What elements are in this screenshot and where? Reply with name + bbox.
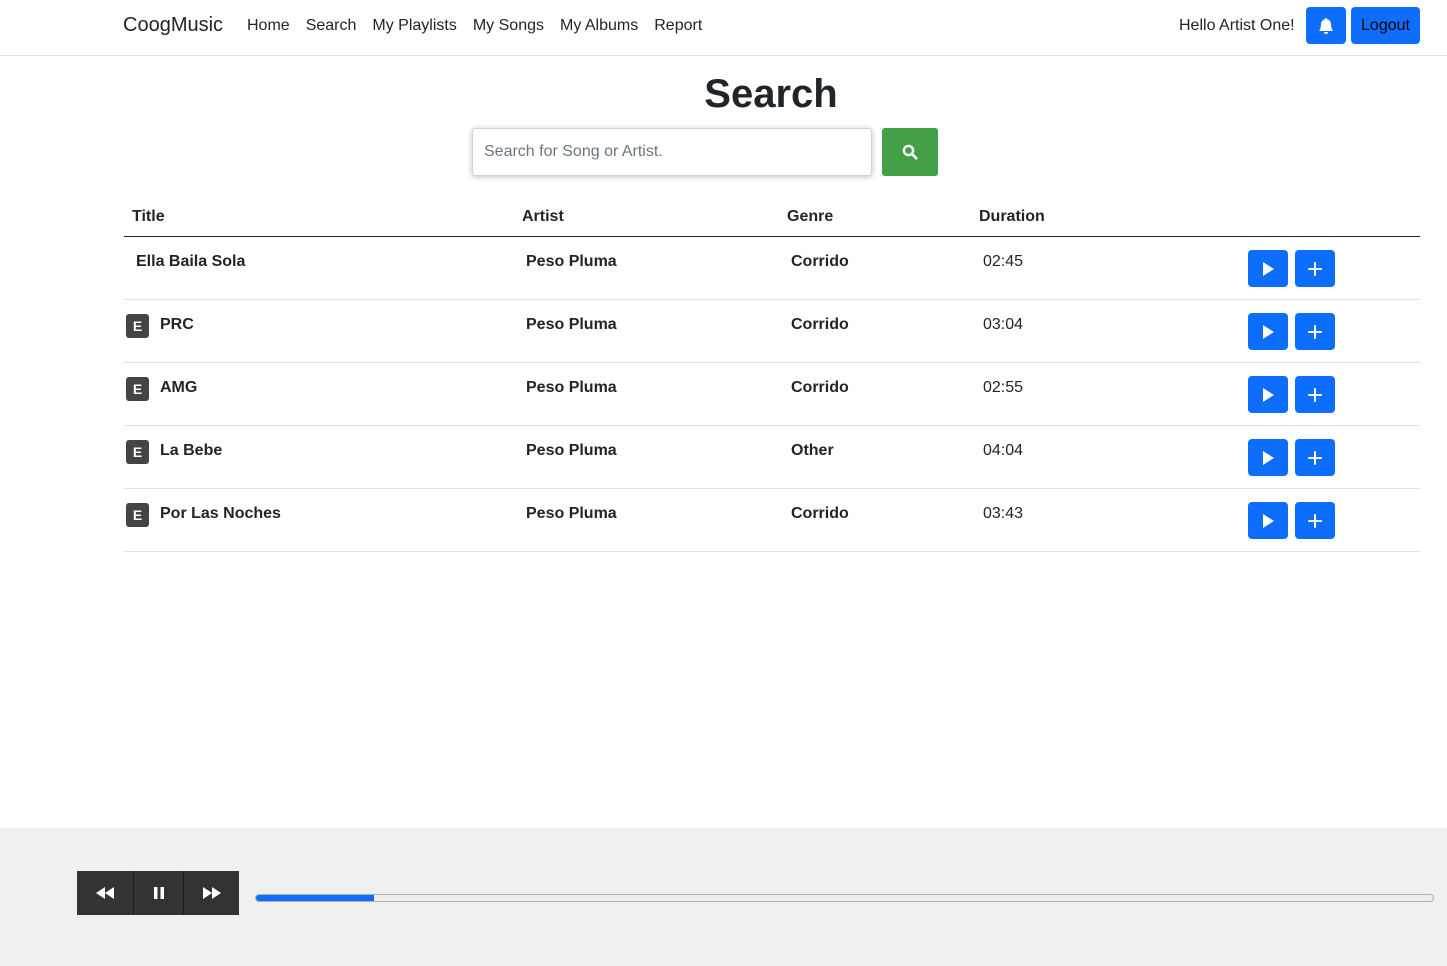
add-to-playlist-button[interactable] [1295, 502, 1335, 539]
fast-forward-icon [202, 887, 221, 899]
song-genre: Corrido [791, 505, 849, 522]
song-artist: Peso Pluma [526, 505, 617, 522]
song-title: PRC [160, 316, 194, 333]
song-duration: 02:45 [983, 253, 1024, 270]
song-artist: Peso Pluma [526, 253, 617, 270]
plus-icon [1308, 513, 1322, 528]
player-controls [77, 871, 239, 915]
play-icon [1263, 450, 1274, 465]
table-row: E AMG Peso Pluma Corrido 02:55 [124, 363, 1420, 426]
page-title: Search [704, 72, 838, 116]
play-song-button[interactable] [1248, 250, 1288, 287]
progress-fill [256, 895, 374, 901]
song-duration: 02:55 [983, 379, 1024, 396]
play-icon [1263, 387, 1274, 402]
play-icon [1263, 261, 1274, 276]
add-to-playlist-button[interactable] [1295, 250, 1335, 287]
song-artist: Peso Pluma [526, 442, 617, 459]
song-title: La Bebe [160, 442, 223, 459]
song-duration: 04:04 [983, 442, 1024, 459]
explicit-badge: E [126, 314, 149, 338]
song-genre: Corrido [791, 316, 849, 333]
song-artist: Peso Pluma [526, 316, 617, 333]
table-row: Ella Baila Sola Peso Pluma Corrido 02:45 [124, 237, 1420, 300]
song-genre: Corrido [791, 253, 849, 270]
bell-icon [1319, 17, 1333, 34]
brand-logo[interactable]: CoogMusic [123, 14, 223, 37]
play-song-button[interactable] [1248, 439, 1288, 476]
song-title: Ella Baila Sola [136, 253, 246, 270]
nav-my-albums[interactable]: My Albums [560, 17, 638, 35]
navbar: CoogMusic Home Search My Playlists My So… [0, 0, 1447, 56]
nav-search[interactable]: Search [306, 17, 357, 35]
play-song-button[interactable] [1248, 376, 1288, 413]
nav-my-playlists[interactable]: My Playlists [372, 17, 456, 35]
song-duration: 03:04 [983, 316, 1024, 333]
song-artist: Peso Pluma [526, 379, 617, 396]
add-to-playlist-button[interactable] [1295, 439, 1335, 476]
search-input[interactable] [472, 128, 872, 176]
pause-button[interactable] [134, 871, 183, 915]
add-to-playlist-button[interactable] [1295, 313, 1335, 350]
header-artist: Artist [522, 208, 564, 225]
logout-button[interactable]: Logout [1351, 7, 1420, 44]
header-duration: Duration [979, 208, 1045, 225]
audio-player [0, 828, 1447, 966]
table-row: E PRC Peso Pluma Corrido 03:04 [124, 300, 1420, 363]
header-genre: Genre [787, 208, 834, 225]
song-genre: Corrido [791, 379, 849, 396]
nav-report[interactable]: Report [654, 17, 702, 35]
nav-home[interactable]: Home [247, 17, 290, 35]
plus-icon [1308, 387, 1322, 402]
plus-icon [1308, 324, 1322, 339]
table-header: Title Artist Genre Duration [124, 200, 1420, 237]
explicit-badge: E [126, 503, 149, 527]
play-icon [1263, 324, 1274, 339]
search-button[interactable] [882, 128, 938, 176]
song-title: AMG [160, 379, 198, 396]
explicit-badge: E [126, 377, 149, 401]
pause-icon [153, 887, 164, 899]
fast-forward-button[interactable] [184, 871, 239, 915]
song-genre: Other [791, 442, 834, 459]
table-row: E Por Las Noches Peso Pluma Corrido 03:4… [124, 489, 1420, 552]
table-row: E La Bebe Peso Pluma Other 04:04 [124, 426, 1420, 489]
song-duration: 03:43 [983, 505, 1024, 522]
nav-my-songs[interactable]: My Songs [473, 17, 544, 35]
plus-icon [1308, 450, 1322, 465]
plus-icon [1308, 261, 1322, 276]
rewind-icon [96, 887, 114, 899]
song-title: Por Las Noches [160, 505, 281, 522]
play-song-button[interactable] [1248, 502, 1288, 539]
search-icon [902, 144, 918, 160]
play-icon [1263, 513, 1274, 528]
explicit-badge: E [126, 440, 149, 464]
header-title: Title [132, 208, 165, 225]
playback-progress-bar[interactable] [255, 894, 1434, 902]
play-song-button[interactable] [1248, 313, 1288, 350]
rewind-button[interactable] [77, 871, 133, 915]
user-greeting: Hello Artist One! [1179, 17, 1295, 34]
notifications-button[interactable] [1306, 7, 1346, 44]
nav-links: Home Search My Playlists My Songs My Alb… [247, 17, 702, 35]
add-to-playlist-button[interactable] [1295, 376, 1335, 413]
